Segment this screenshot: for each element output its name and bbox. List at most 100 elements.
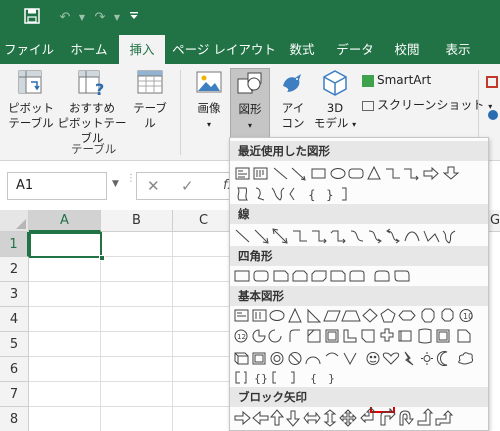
oval-icon <box>269 310 285 321</box>
tab-file[interactable]: ファイル <box>0 35 58 64</box>
right-triangle-icon <box>307 308 322 323</box>
name-box[interactable]: A1 <box>7 172 107 200</box>
rounded-rectangle-icon <box>348 168 364 179</box>
save-icon[interactable] <box>22 8 42 28</box>
row-header[interactable]: 3 <box>0 282 29 307</box>
shapes-label: 図形 <box>238 102 262 116</box>
selected-cell[interactable] <box>29 232 102 258</box>
column-header[interactable]: C <box>173 210 235 232</box>
folded-corner-icon <box>457 329 471 343</box>
row-header[interactable]: 4 <box>0 307 29 332</box>
arrow-icon <box>254 229 269 244</box>
parallelogram-icon <box>323 310 341 322</box>
row-header[interactable]: 5 <box>0 332 29 357</box>
left-brace-icon: { <box>310 372 317 385</box>
bing-maps-icon[interactable] <box>488 110 498 120</box>
double-bracket-icon <box>235 371 240 384</box>
basic-shapes-grid[interactable]: 10 12 {} {} <box>230 306 488 386</box>
block-arrows-row[interactable] <box>230 407 488 430</box>
rectangle-icon <box>234 270 250 282</box>
customize-qat-icon[interactable] <box>124 8 144 28</box>
right-arrow-icon <box>423 166 439 181</box>
3d-models-label-2: モデル <box>313 116 349 130</box>
curved-callout-icon <box>237 187 248 201</box>
select-all-corner[interactable] <box>0 210 29 232</box>
icons-button[interactable]: アイ コン <box>275 68 311 131</box>
rectangle-icon <box>311 168 326 179</box>
left-up-arrow-icon <box>417 408 434 426</box>
fill-handle[interactable] <box>99 255 105 261</box>
recommended-pivot-button[interactable]: ? おすすめ ピボットテーブル <box>56 68 128 146</box>
diamond-icon <box>362 308 378 323</box>
recommended-pivot-icon: ? <box>78 70 104 98</box>
row-header[interactable]: 6 <box>0 357 29 382</box>
moon-icon <box>436 351 448 366</box>
enter-icon[interactable]: ✓ <box>181 177 194 195</box>
no-symbol-icon <box>288 352 302 365</box>
elbow-arrow-icon <box>312 230 327 244</box>
pivot-table-label-2: テーブル <box>8 116 54 130</box>
up-down-arrow-icon <box>323 409 337 427</box>
text-box-icon <box>234 309 249 322</box>
row-header[interactable]: 8 <box>0 407 29 431</box>
3d-models-button[interactable]: 3D モデル ▾ <box>313 68 357 132</box>
diagonal-stripe-icon <box>361 329 375 343</box>
tab-page-layout[interactable]: ページ レイアウト <box>170 35 278 64</box>
vertical-text-box-icon <box>253 167 268 180</box>
snip-single-corner-icon <box>273 270 289 282</box>
frame-icon <box>307 329 321 343</box>
left-right-arrow-icon <box>303 411 321 425</box>
cancel-icon[interactable]: ✕ <box>147 177 160 195</box>
pentagon-icon <box>380 308 396 323</box>
round-diagonal-icon <box>394 270 410 282</box>
down-arrow-icon <box>442 166 460 180</box>
ribbon-separator <box>180 70 181 155</box>
tab-home[interactable]: ホーム <box>62 35 116 64</box>
pivot-table-button[interactable]: ピボット テーブル <box>6 68 56 131</box>
shapes-gallery: 最近使用した図形 { } 線 四角形 基本図形 10 12 {} {} ブロッ… <box>229 137 489 431</box>
addins-icon[interactable] <box>486 76 498 88</box>
smiley-face-icon <box>366 352 380 365</box>
icons-label-1: アイ <box>281 101 305 115</box>
tab-formulas[interactable]: 数式 <box>282 35 322 64</box>
right-brace-icon: } <box>326 188 334 202</box>
can-icon <box>418 328 432 344</box>
elbow-double-arrow-icon <box>330 230 346 244</box>
screenshot-icon <box>362 100 374 111</box>
tab-review[interactable]: 校閲 <box>387 35 427 64</box>
bent-up-arrow-icon <box>435 410 454 426</box>
rounded-rectangle-icon <box>253 270 269 282</box>
column-header[interactable]: B <box>101 210 173 232</box>
row-header[interactable]: 2 <box>0 257 29 282</box>
text-box-icon <box>235 167 250 180</box>
round-same-side-icon <box>374 270 390 282</box>
shapes-button[interactable]: 図形 ▾ <box>230 68 270 138</box>
scribble-line-icon <box>442 230 456 244</box>
double-brace-icon: {} <box>254 372 268 385</box>
dodecagon-icon: 12 <box>234 329 248 343</box>
ribbon-tabs: ファイル ホーム 挿入 ページ レイアウト 数式 データ 校閲 表示 <box>0 35 500 64</box>
recent-shapes-row[interactable]: { } <box>230 162 488 206</box>
name-box-dropdown-icon[interactable]: ▼ <box>112 179 119 189</box>
worksheet-grid: A B C 1 2 3 4 5 6 7 8 <box>0 210 235 431</box>
row-header[interactable]: 7 <box>0 382 29 407</box>
row-header[interactable]: 1 <box>0 232 29 257</box>
table-button[interactable]: テーブル <box>128 68 172 131</box>
cells-area[interactable] <box>29 232 235 431</box>
tab-insert[interactable]: 挿入 <box>119 35 165 64</box>
undo-dropdown-icon[interactable]: ▼ <box>72 8 92 28</box>
picture-button[interactable]: 画像 ▾ <box>190 68 228 132</box>
bevel-icon <box>252 352 266 365</box>
picture-label: 画像 <box>197 101 221 115</box>
smartart-button[interactable]: SmartArt <box>362 73 431 87</box>
formula-buttons: ✕ ✓ fx <box>136 172 235 200</box>
column-header[interactable]: A <box>29 210 101 232</box>
rectangles-row[interactable] <box>230 266 488 413</box>
shapes-dropdown-icon: ▾ <box>247 121 252 130</box>
3d-models-dropdown-icon: ▾ <box>352 120 357 129</box>
screenshot-button[interactable]: スクリーンショット ▾ <box>362 96 492 113</box>
trapezoid-icon <box>341 310 361 322</box>
tab-view[interactable]: 表示 <box>438 35 478 64</box>
tab-data[interactable]: データ <box>334 35 376 64</box>
triangle-icon <box>288 307 302 323</box>
